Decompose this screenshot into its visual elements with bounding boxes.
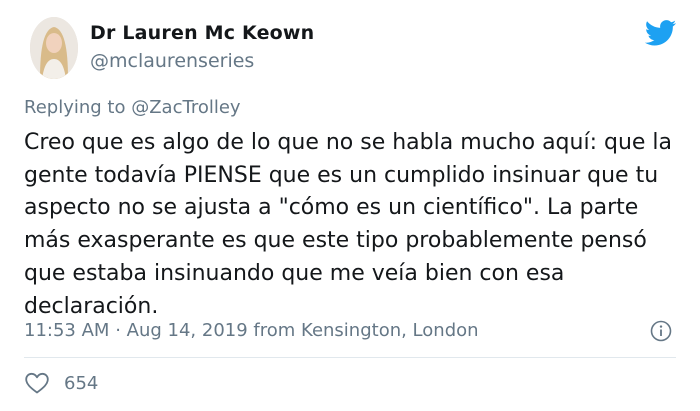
like-count: 654 [64, 372, 99, 394]
divider [24, 357, 676, 358]
avatar[interactable] [30, 17, 78, 79]
meta-separator: · [115, 320, 121, 341]
reply-mention-link[interactable]: @ZacTrolley [131, 97, 240, 118]
twitter-bird-icon[interactable] [645, 20, 677, 46]
author-name[interactable]: Dr Lauren Mc Keown [90, 22, 314, 44]
tweet-date[interactable]: Aug 14, 2019 [127, 320, 248, 341]
info-icon[interactable] [650, 320, 672, 342]
tweet-location[interactable]: from Kensington, London [253, 320, 478, 341]
replying-to: Replying to @ZacTrolley [24, 97, 241, 118]
tweet-text: Creo que es algo de lo que no se habla m… [24, 130, 673, 319]
heart-icon[interactable] [24, 371, 50, 395]
tweet-meta: 11:53 AM · Aug 14, 2019 from Kensington,… [24, 320, 479, 341]
tweet-time[interactable]: 11:53 AM [24, 320, 109, 341]
replying-to-label: Replying to [24, 97, 126, 118]
author-handle[interactable]: @mclaurenseries [90, 50, 254, 72]
like-button[interactable]: 654 [24, 371, 98, 395]
